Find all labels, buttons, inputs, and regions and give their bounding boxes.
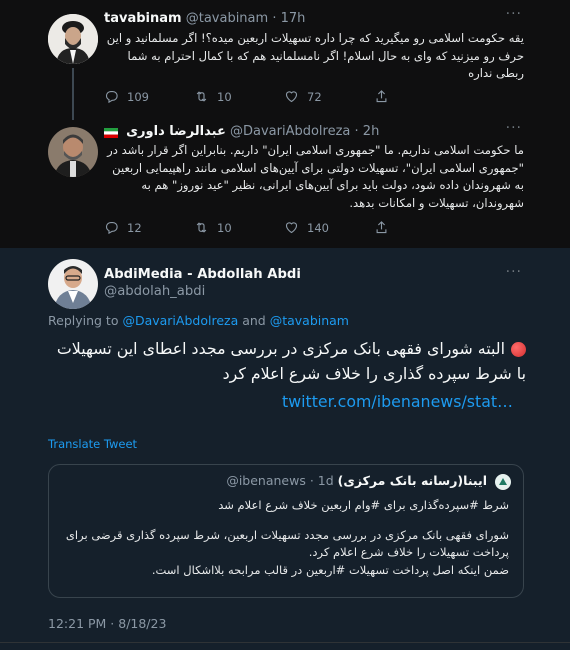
retweet-count: 10 [217, 89, 232, 104]
share-button[interactable] [374, 220, 464, 235]
iran-flag-icon [104, 127, 118, 138]
more-options-icon[interactable]: ··· [506, 264, 522, 280]
handle[interactable]: @DavariAbdolreza [230, 124, 350, 139]
more-options-icon[interactable]: ··· [506, 120, 522, 136]
tweet-text: یقه حکومت اسلامی رو میگیرید که چرا داره … [106, 31, 524, 80]
heart-icon [285, 222, 298, 234]
avatar[interactable] [48, 14, 98, 64]
quoted-tweet-header: ایبنا(رسانه بانک مرکزی) @ibenanews · 1d [226, 473, 511, 490]
translate-tweet-link[interactable]: Translate Tweet [48, 437, 137, 451]
reply-user-link[interactable]: @DavariAbdolreza [122, 313, 238, 328]
tweet-header: tavabinam @tavabinam · 17h [104, 11, 306, 26]
reply-button[interactable]: 12 [104, 220, 194, 235]
avatar[interactable] [48, 259, 98, 309]
display-name[interactable]: tavabinam [104, 11, 182, 26]
avatar[interactable] [48, 127, 98, 177]
like-button[interactable]: 72 [284, 89, 374, 104]
display-name[interactable]: AbdiMedia - Abdollah Abdi [104, 267, 301, 282]
tweet-actions: 109 10 72 [104, 89, 464, 104]
reply-icon [105, 90, 118, 104]
reply-button[interactable]: 109 [104, 89, 194, 104]
quoted-tweet-text: شرط #سپرده‌گذاری برای #وام اربعین خلاف ش… [65, 498, 509, 577]
heart-icon [285, 91, 298, 103]
tweet-timestamp[interactable]: 12:21 PM · 8/18/23 [48, 616, 166, 631]
tweet-actions: 12 10 140 [104, 220, 464, 235]
share-icon [376, 221, 387, 234]
replying-to: Replying to @DavariAbdolreza and @tavabi… [48, 313, 349, 328]
quoted-time[interactable]: 1d [318, 473, 334, 488]
quoted-tweet[interactable]: ایبنا(رسانه بانک مرکزی) @ibenanews · 1d … [48, 464, 524, 598]
handle[interactable]: @abdolah_abdi [104, 284, 301, 299]
more-options-icon[interactable]: ··· [506, 6, 522, 22]
handle[interactable]: @tavabinam [186, 11, 268, 26]
tweet-header: AbdiMedia - Abdollah Abdi @abdolah_abdi [104, 267, 301, 299]
reply-user-link[interactable]: @tavabinam [270, 313, 349, 328]
retweet-button[interactable]: 10 [194, 89, 284, 104]
tweet-text: ما حکومت اسلامی نداریم. ما "جمهوری اسلام… [107, 143, 524, 210]
reply-count: 109 [127, 89, 149, 104]
quoted-handle[interactable]: @ibenanews [226, 473, 306, 488]
main-tweet-text: البته شورای فقهی بانک مرکزی در بررسی مجد… [56, 339, 526, 383]
divider [0, 642, 570, 643]
tweet-time[interactable]: 2h [363, 124, 380, 139]
tweet-time[interactable]: 17h [281, 11, 306, 26]
like-button[interactable]: 140 [284, 220, 374, 235]
share-button[interactable] [374, 89, 464, 104]
display-name[interactable]: عبدالرضا داوری [126, 124, 226, 139]
retweet-button[interactable]: 10 [194, 220, 284, 235]
ibena-logo-icon [495, 473, 511, 490]
quoted-display-name[interactable]: ایبنا(رسانه بانک مرکزی) [338, 473, 487, 488]
like-count: 72 [307, 89, 322, 104]
tweet-header: عبدالرضا داوری @DavariAbdolreza · 2h [104, 124, 379, 139]
share-icon [376, 90, 387, 103]
retweet-count: 10 [217, 220, 232, 235]
tweet-link[interactable]: twitter.com/ibenanews/stat… [282, 392, 513, 411]
retweet-icon [196, 222, 207, 233]
thread-line [72, 68, 74, 120]
reply-icon [105, 221, 118, 235]
red-circle-icon [511, 342, 526, 357]
reply-count: 12 [127, 220, 142, 235]
like-count: 140 [307, 220, 329, 235]
retweet-icon [196, 91, 207, 102]
